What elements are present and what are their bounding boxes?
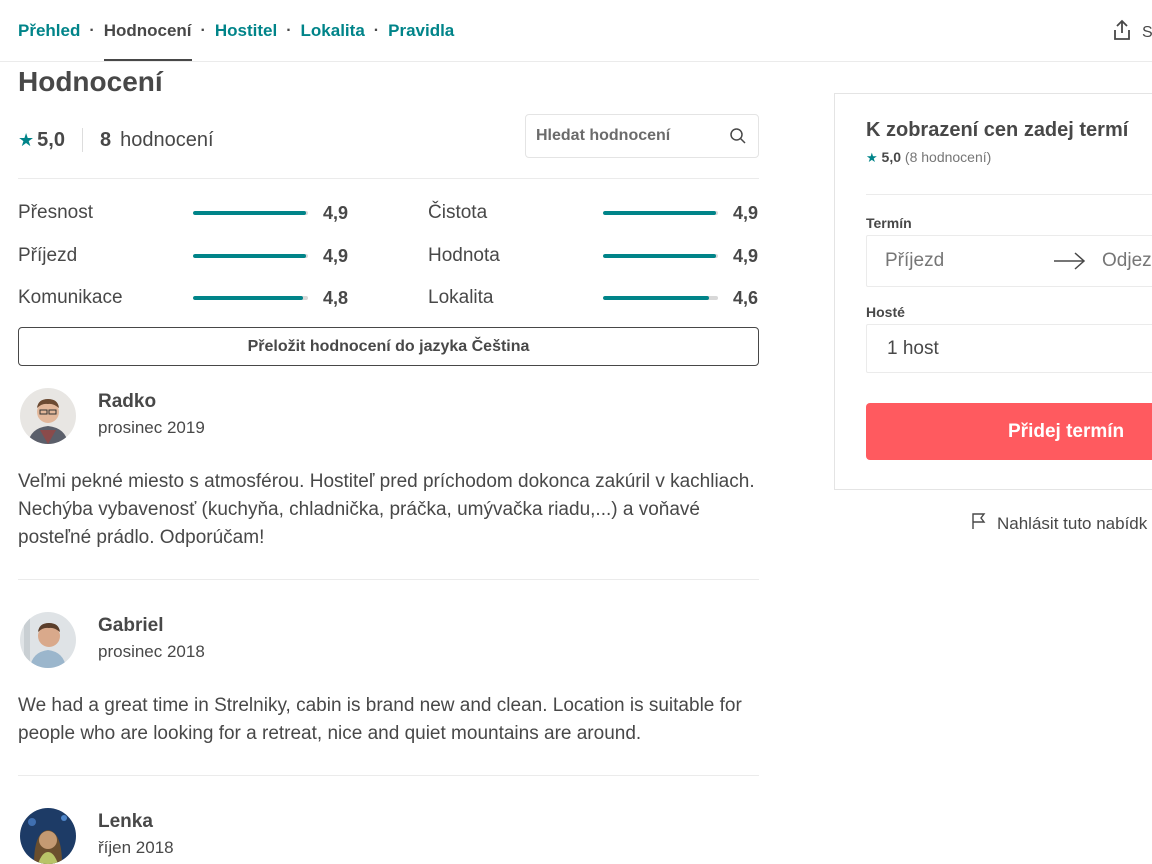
category-label: Komunikace — [18, 287, 123, 308]
avatar[interactable] — [20, 388, 76, 444]
guests-label: Hosté — [866, 304, 905, 320]
category-label: Hodnota — [428, 245, 500, 266]
reviewer-name[interactable]: Gabriel — [98, 615, 163, 637]
review-date: prosinec 2019 — [98, 418, 205, 437]
rating-bar — [603, 254, 718, 258]
star-icon: ★ — [18, 129, 35, 150]
review-item: Radko prosinec 2019 Veľmi pekné miesto s… — [18, 388, 759, 578]
nav-separator: · — [200, 22, 206, 39]
translate-reviews-button[interactable]: Přeložit hodnocení do jazyka Čeština — [18, 327, 759, 366]
rating-bar — [193, 254, 308, 258]
flag-icon — [970, 512, 988, 535]
top-navigation: Přehled · Hodnocení · Hostitel · Lokalit… — [0, 0, 1152, 62]
rating-bar-fill — [193, 254, 306, 258]
divider — [81, 128, 83, 152]
guests-select[interactable]: 1 host — [866, 324, 1152, 373]
category-label: Příjezd — [18, 245, 78, 266]
section-nav: Přehled · Hodnocení · Hostitel · Lokalit… — [18, 0, 454, 62]
share-button[interactable]: S — [1112, 19, 1152, 46]
nav-item-reviews[interactable]: Hodnocení — [103, 0, 192, 62]
rating-summary: ★ 5,0 8 hodnocení — [18, 128, 214, 152]
overall-rating: 5,0 — [37, 128, 65, 151]
arrow-right-icon — [1053, 250, 1087, 277]
rating-bar — [193, 296, 308, 300]
star-icon: ★ — [866, 150, 878, 165]
nav-separator: · — [286, 22, 292, 39]
page-title: Hodnocení — [18, 66, 163, 97]
rating-bar-fill — [603, 296, 709, 300]
date-range-picker: Příjezd Odjez — [866, 235, 1152, 287]
rating-bar — [193, 211, 308, 215]
booking-rating-count[interactable]: (8 hodnocení) — [905, 149, 991, 165]
checkout-field[interactable]: Odjez — [1102, 250, 1152, 272]
add-dates-button[interactable]: Přidej termín — [866, 403, 1152, 460]
rating-bar-fill — [603, 211, 716, 215]
report-label: Nahlásit tuto nabídk — [997, 513, 1148, 533]
review-count-label: hodnocení — [120, 128, 214, 151]
category-rating-cleanliness: Čistota 4,9 — [428, 199, 758, 227]
nav-item-host[interactable]: Hostitel — [215, 0, 277, 62]
category-rating-communication: Komunikace 4,8 — [18, 284, 348, 312]
share-icon — [1112, 19, 1132, 46]
category-score: 4,8 — [322, 287, 348, 308]
avatar[interactable] — [20, 808, 76, 864]
nav-item-overview[interactable]: Přehled — [18, 0, 80, 62]
category-score: 4,9 — [732, 202, 758, 223]
rating-bar-fill — [603, 254, 716, 258]
divider — [18, 775, 759, 776]
review-search[interactable] — [525, 114, 759, 158]
share-label: S — [1142, 23, 1152, 41]
rating-bar — [603, 296, 718, 300]
review-date: prosinec 2018 — [98, 642, 205, 661]
nav-separator: · — [373, 22, 380, 39]
search-icon[interactable] — [728, 126, 748, 146]
nav-separator: · — [89, 22, 95, 39]
reviewer-name[interactable]: Radko — [98, 391, 156, 413]
report-listing-link[interactable]: Nahlásit tuto nabídk — [970, 512, 1147, 535]
nav-item-rules[interactable]: Pravidla — [388, 0, 454, 62]
booking-card: K zobrazení cen zadej termí ★ 5,0 (8 hod… — [834, 93, 1152, 490]
rating-bar-fill — [193, 296, 304, 300]
category-rating-checkin: Příjezd 4,9 — [18, 242, 348, 270]
review-date: říjen 2018 — [98, 838, 174, 857]
divider — [18, 178, 759, 179]
divider — [866, 194, 1152, 195]
nav-item-location[interactable]: Lokalita — [301, 0, 365, 62]
category-rating-location: Lokalita 4,6 — [428, 284, 758, 312]
review-item: Lenka říjen 2018 — [18, 808, 759, 864]
rating-bar-fill — [193, 211, 306, 215]
reviewer-name[interactable]: Lenka — [98, 811, 153, 833]
category-label: Přesnost — [18, 202, 93, 223]
booking-rating-value: 5,0 — [881, 149, 902, 165]
category-label: Čistota — [428, 202, 488, 223]
review-count: 8 — [99, 128, 112, 151]
category-score: 4,9 — [322, 202, 348, 223]
category-score: 4,6 — [732, 287, 758, 308]
category-rating-accuracy: Přesnost 4,9 — [18, 199, 348, 227]
category-score: 4,9 — [732, 245, 758, 266]
review-text: We had a great time in Strelniky, cabin … — [18, 695, 742, 744]
checkin-field[interactable]: Příjezd — [885, 250, 944, 272]
avatar[interactable] — [20, 612, 76, 668]
review-text: Veľmi pekné miesto s atmosférou. Hostite… — [18, 471, 755, 548]
review-search-input[interactable] — [536, 127, 716, 145]
category-label: Lokalita — [428, 287, 494, 308]
divider — [18, 579, 759, 580]
category-score: 4,9 — [322, 245, 348, 266]
rating-bar — [603, 211, 718, 215]
booking-title: K zobrazení cen zadej termí — [866, 119, 1129, 141]
category-rating-value: Hodnota 4,9 — [428, 242, 758, 270]
date-label: Termín — [866, 215, 912, 231]
booking-rating: ★ 5,0 (8 hodnocení) — [866, 149, 991, 166]
review-item: Gabriel prosinec 2018 We had a great tim… — [18, 612, 759, 772]
guests-value: 1 host — [887, 338, 939, 359]
